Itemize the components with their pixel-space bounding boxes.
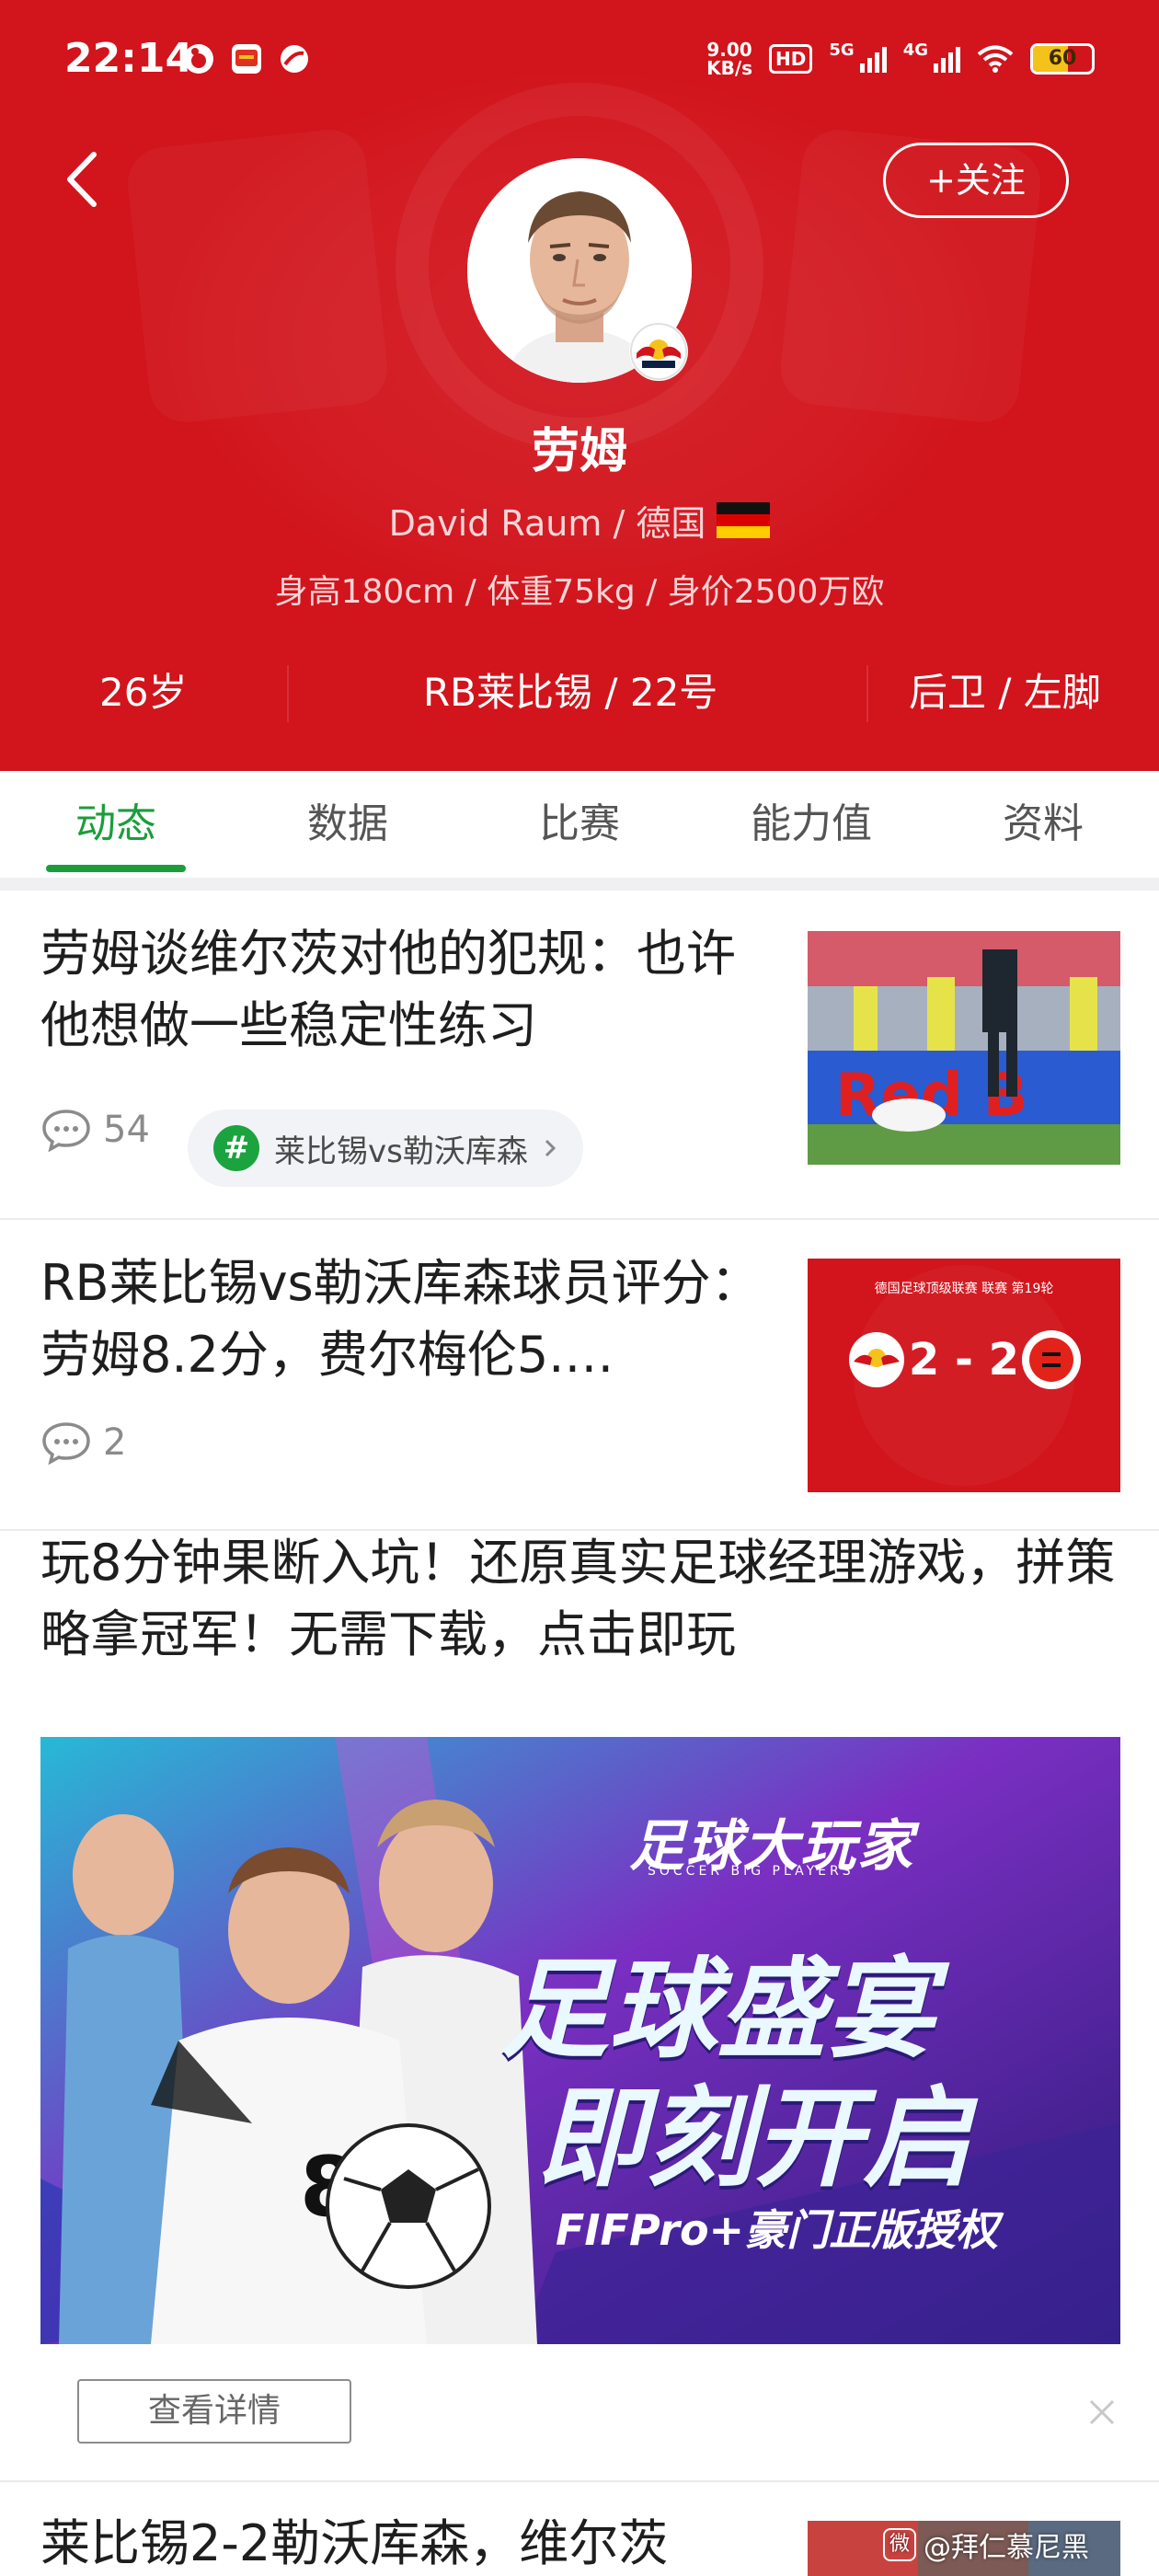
signal-icon <box>859 45 887 73</box>
tab-bar: 动态 数据 比赛 能力值 资料 <box>0 771 1159 878</box>
news-title[interactable]: 劳姆谈维尔茨对他的犯规：也许他想做一些稳定性练习 <box>40 918 767 1062</box>
chevron-right-icon <box>545 1139 556 1157</box>
ad-headline-2: 即刻开启 <box>537 2075 972 2202</box>
ad-tagline: FIFPro+豪门正版授权 <box>556 2205 999 2255</box>
news-thumbnail[interactable]: 德国足球顶级联赛 联赛 第19轮 2 - 2 <box>808 1259 1120 1492</box>
status-indicators: 9.00 KB/s HD 5G 4G 60 <box>706 39 1095 79</box>
ad-banner[interactable]: 8 足球大玩家 SOCCER BIG PLAYERS 足球盛宴 即刻开启 FIF… <box>40 1737 1120 2344</box>
topic-chip[interactable]: # 莱比锡vs勒沃库森 <box>188 1110 583 1187</box>
watermark-text: @拜仁慕尼黑 <box>924 2532 1089 2564</box>
network-speed: 9.00 KB/s <box>706 39 753 79</box>
player-physical-stats: 身高180cm / 体重75kg / 身价2500万欧 <box>274 573 885 611</box>
close-ad-icon[interactable] <box>1082 2392 1122 2432</box>
tab-feed[interactable]: 动态 <box>42 771 189 878</box>
germany-flag-icon <box>717 501 771 539</box>
ad-title[interactable]: 玩8分钟果断入坑！还原真实足球经理游戏，拼策略拿冠军！无需下载，点击即玩 <box>40 1527 1126 1671</box>
source-watermark: 微 @拜仁慕尼黑 <box>883 2524 1089 2565</box>
hd-voice-icon: HD <box>769 44 813 74</box>
comment-count: 2 <box>103 1421 127 1464</box>
hashtag-icon: # <box>213 1125 259 1171</box>
follow-button[interactable]: +关注 <box>883 143 1069 218</box>
comment-icon[interactable] <box>40 1108 92 1152</box>
info-divider <box>866 665 868 722</box>
ad-brand-en: SOCCER BIG PLAYERS <box>648 1864 855 1879</box>
comment-count: 54 <box>103 1109 150 1151</box>
player-name-country-row: David Raum / 德国 <box>0 495 1159 546</box>
player-info-row: 26岁 RB莱比锡 / 22号 后卫 / 左脚 <box>0 649 1159 737</box>
thumb-score: 2 - 2 <box>908 1334 1020 1386</box>
status-time: 22:14 <box>64 35 194 82</box>
status-bar: 22:14 9.00 KB/s HD 5G 4G 60 <box>0 0 1159 120</box>
player-age: 26岁 <box>99 670 188 715</box>
active-tab-indicator <box>46 865 186 872</box>
wifi-icon <box>977 45 1014 73</box>
signal-icon-2 <box>934 45 960 73</box>
tab-ability[interactable]: 能力值 <box>736 771 887 878</box>
notification-ball-icon <box>281 45 308 73</box>
news-title[interactable]: RB莱比锡vs勒沃库森球员评分：劳姆8.2分，费尔梅伦5.… <box>40 1248 767 1391</box>
player-header: 22:14 9.00 KB/s HD 5G 4G 60 +关注 劳姆 David… <box>0 0 1159 771</box>
network-type-4g: 4G <box>902 40 928 60</box>
topic-label: 莱比锡vs勒沃库森 <box>274 1133 528 1170</box>
player-english-name-country: David Raum / 德国 <box>388 503 706 544</box>
match-photo-image: Red B <box>808 931 1120 1165</box>
tab-matches[interactable]: 比赛 <box>506 771 653 878</box>
tab-data[interactable]: 数据 <box>274 771 421 878</box>
section-divider <box>0 878 1159 891</box>
info-divider <box>287 665 289 722</box>
player-club-number[interactable]: RB莱比锡 / 22号 <box>423 649 717 737</box>
club-badge-icon <box>629 322 688 381</box>
view-details-button[interactable]: 查看详情 <box>77 2379 351 2444</box>
item-divider <box>0 2480 1159 2482</box>
news-item[interactable]: 劳姆谈维尔茨对他的犯规：也许他想做一些稳定性练习 Red B 54 # 莱比锡v… <box>0 891 1159 1218</box>
player-name: 劳姆 <box>531 424 627 479</box>
network-type-5g: 5G <box>829 40 855 60</box>
notification-shop-icon <box>232 44 261 74</box>
news-item[interactable]: RB莱比锡vs勒沃库森球员评分：劳姆8.2分，费尔梅伦5.… 德国足球顶级联赛 … <box>0 1220 1159 1529</box>
player-position-foot: 后卫 / 左脚 <box>909 670 1101 715</box>
news-meta: 2 <box>40 1420 126 1465</box>
back-arrow-icon[interactable] <box>57 147 112 212</box>
thumb-caption: 德国足球顶级联赛 联赛 第19轮 <box>874 1282 1054 1296</box>
tab-profile[interactable]: 资料 <box>970 771 1117 878</box>
news-title[interactable]: 莱比锡2-2勒沃库森，维尔茨 <box>40 2508 767 2576</box>
news-meta: 54 <box>40 1108 150 1152</box>
notification-app-icon <box>184 44 213 74</box>
weibo-logo-icon: 微 <box>883 2528 916 2561</box>
battery-icon: 60 <box>1030 43 1095 75</box>
comment-icon[interactable] <box>40 1420 92 1465</box>
news-thumbnail[interactable]: Red B <box>808 931 1120 1165</box>
header-background-shape-left <box>124 126 391 426</box>
